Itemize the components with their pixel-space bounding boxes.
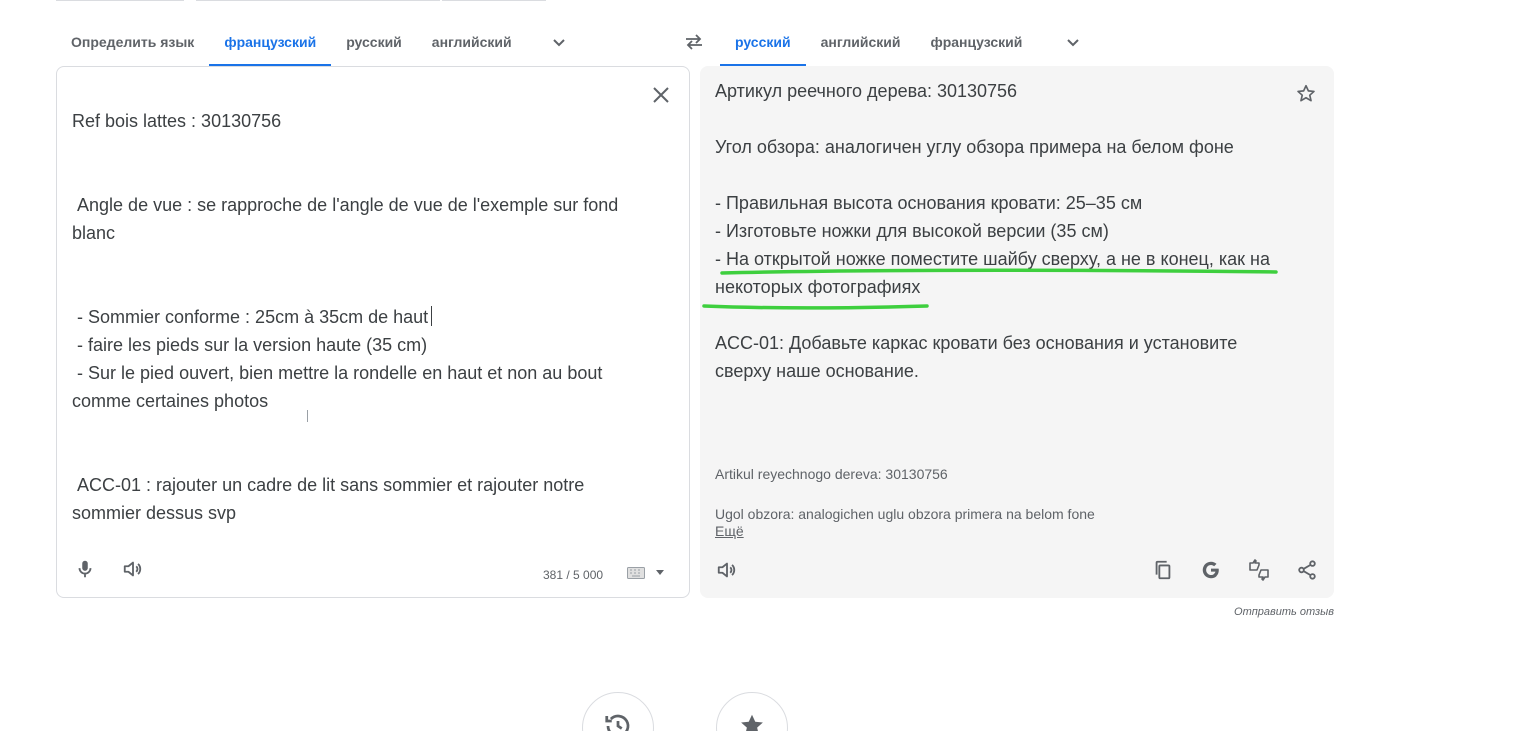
source-footer: 381 / 5 000 — [57, 541, 689, 597]
voice-input-button[interactable] — [65, 549, 105, 589]
source-more-languages-button[interactable] — [535, 18, 583, 66]
share-translation-button[interactable] — [1287, 550, 1327, 590]
tab-source-russian[interactable]: русский — [331, 18, 417, 66]
swap-languages-button[interactable] — [676, 24, 712, 60]
source-listen-button[interactable] — [113, 549, 153, 589]
copy-icon — [1155, 560, 1171, 580]
microphone-icon — [78, 560, 92, 578]
tab-source-english[interactable]: английский — [417, 18, 527, 66]
chevron-down-icon — [552, 39, 565, 47]
tab-target-english[interactable]: английский — [806, 18, 916, 66]
transliteration: Artikul reyechnogo dereva: 30130756 Ugol… — [715, 466, 1095, 522]
caret-down-icon — [656, 570, 664, 575]
input-tools-button[interactable] — [627, 567, 665, 579]
text-caret — [431, 306, 433, 326]
copy-translation-button[interactable] — [1143, 550, 1183, 590]
target-more-languages-button[interactable] — [1049, 18, 1097, 66]
target-language-bar: русский английский французский — [720, 18, 1334, 66]
google-icon — [1202, 561, 1219, 579]
feedback-icon — [1249, 559, 1269, 581]
send-feedback-link[interactable]: Отправить отзыв — [1234, 606, 1334, 618]
swap-icon — [686, 34, 702, 50]
character-count: 381 / 5 000 — [543, 568, 604, 582]
rate-translation-button[interactable] — [1239, 550, 1279, 590]
chevron-down-icon — [1067, 39, 1080, 47]
tab-target-russian[interactable]: русский — [720, 18, 806, 66]
saved-button[interactable] — [716, 692, 788, 731]
share-icon — [1298, 560, 1316, 580]
star-icon — [1297, 84, 1315, 102]
history-icon — [605, 714, 630, 731]
keyboard-icon — [627, 567, 645, 579]
top-stubs — [56, 0, 546, 2]
clear-source-button[interactable] — [647, 81, 675, 109]
speaker-icon — [717, 562, 736, 578]
history-button[interactable] — [582, 692, 654, 731]
tab-source-french[interactable]: французский — [209, 18, 332, 66]
saved-icon — [741, 714, 763, 731]
tab-detect-language[interactable]: Определить язык — [56, 18, 209, 66]
speaker-icon — [123, 561, 142, 577]
target-footer — [700, 542, 1334, 598]
more-transliteration-link[interactable]: Ещё — [715, 523, 744, 539]
tab-target-french[interactable]: французский — [915, 18, 1037, 66]
target-listen-button[interactable] — [707, 550, 747, 590]
close-icon — [653, 87, 669, 103]
google-search-button[interactable] — [1191, 550, 1231, 590]
translation-output: Артикул реечного дерева: 30130756 Угол о… — [715, 81, 1275, 381]
save-translation-button[interactable] — [1292, 80, 1320, 108]
target-panel: Артикул реечного дерева: 30130756 Угол о… — [700, 66, 1334, 598]
source-language-bar: Определить язык французский русский англ… — [56, 18, 690, 66]
source-textarea[interactable]: Ref bois lattes : 30130756 Angle de vue … — [72, 107, 622, 527]
mouse-cursor — [307, 410, 308, 422]
source-panel: Ref bois lattes : 30130756 Angle de vue … — [56, 66, 690, 598]
